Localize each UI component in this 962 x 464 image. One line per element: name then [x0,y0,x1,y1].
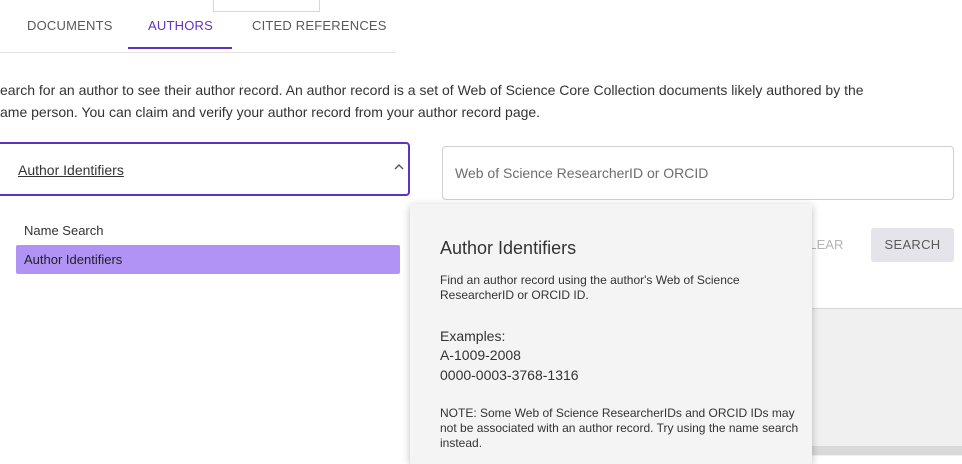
tabs-divider [0,52,396,53]
tooltip-example: 0000-0003-3768-1316 [440,367,579,383]
tooltip-note: NOTE: Some Web of Science ResearcherIDs … [440,406,799,450]
active-tab-indicator [128,47,232,49]
description-line: earch for an author to see their author … [0,82,864,98]
tab-strip-divider [319,0,320,12]
results-area-background [810,308,962,456]
tooltip-text: Find an author record using the author's… [440,273,740,302]
search-type-select[interactable]: Author Identifiers [0,142,410,196]
tab-authors[interactable]: AUTHORS [148,18,213,33]
results-area-strip [810,446,962,455]
tooltip-examples-heading: Examples: [440,328,506,344]
search-type-selected-label: Author Identifiers [18,162,124,178]
authors-description: earch for an author to see their author … [0,79,960,123]
tooltip-title: Author Identifiers [440,238,577,258]
option-name-search[interactable]: Name Search [16,216,400,245]
search-button[interactable]: SEARCH [871,228,954,262]
description-line: ame person. You can claim and verify you… [0,104,541,120]
tab-strip-divider [213,11,319,12]
author-identifier-input[interactable] [442,146,954,200]
chevron-up-icon[interactable] [390,158,408,176]
tooltip-example: A-1009-2008 [440,347,521,363]
tab-documents[interactable]: DOCUMENTS [27,18,113,33]
option-author-identifiers[interactable]: Author Identifiers [16,245,400,274]
tab-cited-references[interactable]: CITED REFERENCES [252,18,387,33]
